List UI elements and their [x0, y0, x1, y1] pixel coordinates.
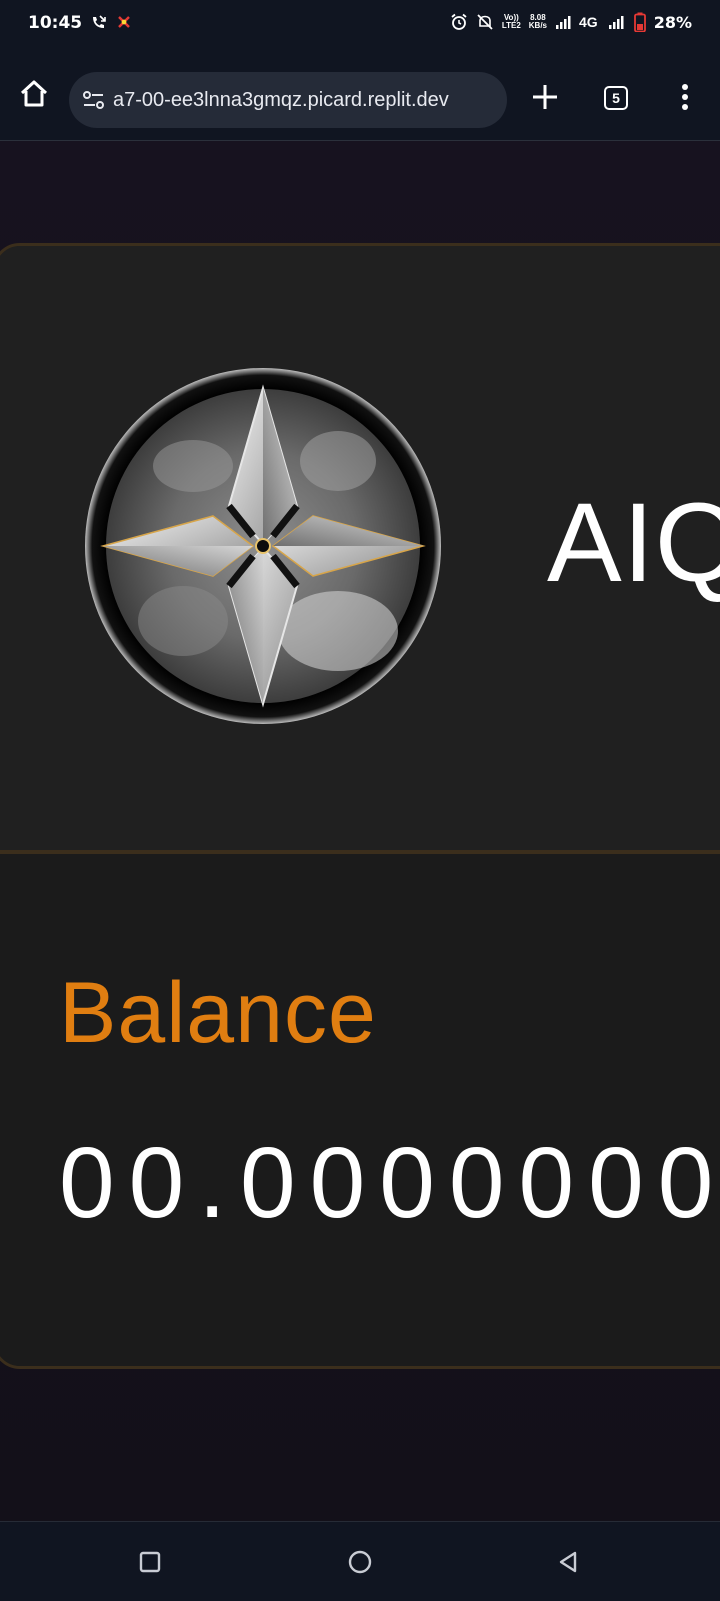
tab-count: 5 [612, 90, 620, 106]
call-forward-icon [93, 15, 106, 28]
network-speed-unit: KB/s [528, 21, 548, 30]
new-tab-icon[interactable] [530, 82, 560, 112]
battery-low-icon [633, 12, 646, 32]
token-name: AIQ [547, 480, 720, 605]
page-content: AIQ Balance 00.0000000 [0, 141, 720, 1521]
tab-switcher-button[interactable]: 5 [604, 86, 628, 110]
token-card: AIQ Balance 00.0000000 [0, 243, 720, 1369]
token-header: AIQ [0, 246, 720, 850]
recents-icon[interactable] [138, 1550, 162, 1574]
balance-label: Balance [59, 965, 377, 1061]
balance-value: 00.0000000 [59, 1127, 720, 1239]
volte-indicator: Vo)) LTE2 [502, 14, 521, 30]
signal-2-icon [608, 16, 624, 29]
browser-toolbar: a7-00-ee3lnna3gmqz.picard.replit.dev 5 [0, 46, 720, 141]
battery-percent: 28% [653, 12, 692, 32]
status-time: 10:45 [28, 13, 83, 33]
network-type: 4G [579, 14, 598, 30]
token-logo-icon [85, 368, 441, 724]
nav-home-icon[interactable] [347, 1549, 373, 1575]
home-icon[interactable] [18, 78, 50, 110]
volte-bottom-label: LTE2 [501, 21, 521, 30]
address-bar[interactable]: a7-00-ee3lnna3gmqz.picard.replit.dev [69, 72, 507, 128]
status-bar: 10:45 Vo)) LTE2 8.08 KB/s 4G 28% [0, 0, 720, 46]
site-settings-icon[interactable] [81, 87, 107, 113]
balance-section: Balance 00.0000000 [0, 854, 720, 1366]
network-speed: 8.08 KB/s [529, 14, 547, 30]
more-options-icon[interactable] [670, 82, 700, 112]
alarm-icon [451, 13, 467, 30]
mute-icon [477, 14, 493, 30]
status-system-icons: Vo)) LTE2 8.08 KB/s 4G 28% [450, 12, 692, 32]
app-notification-icon [118, 16, 130, 28]
url-text[interactable]: a7-00-ee3lnna3gmqz.picard.replit.dev [113, 89, 501, 112]
back-icon[interactable] [555, 1549, 581, 1575]
status-notification-icons [90, 13, 132, 31]
system-nav-bar [0, 1521, 720, 1601]
signal-icon [556, 16, 571, 29]
